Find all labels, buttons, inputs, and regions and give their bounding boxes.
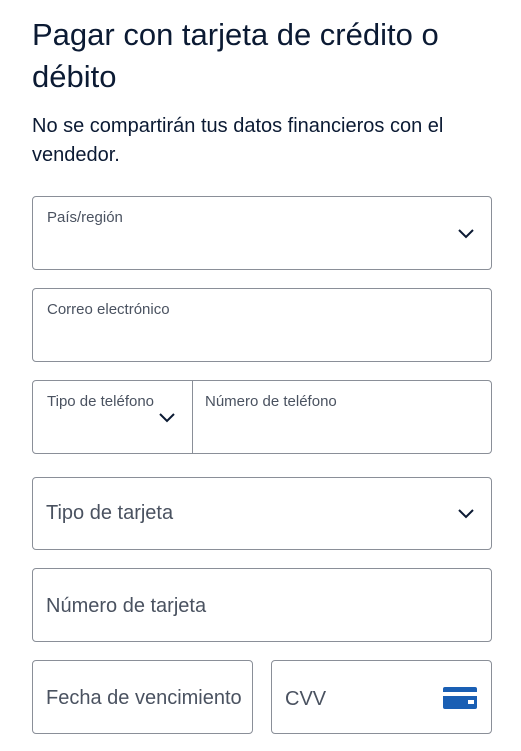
chevron-down-icon <box>457 508 475 520</box>
cvv-placeholder: CVV <box>285 688 327 710</box>
country-select[interactable]: País/región <box>32 196 492 270</box>
page-title: Pagar con tarjeta de crédito o débito <box>32 17 439 94</box>
cvv-field[interactable]: CVV <box>271 660 492 734</box>
card-number-field[interactable]: Número de tarjeta <box>32 568 492 642</box>
card-number-placeholder: Número de tarjeta <box>46 595 207 617</box>
phone-type-label: Tipo de teléfono <box>47 393 155 410</box>
phone-number-field[interactable]: Número de teléfono <box>193 380 492 454</box>
email-label: Correo electrónico <box>47 301 170 318</box>
chevron-down-icon <box>457 228 475 240</box>
email-field[interactable]: Correo electrónico <box>32 288 492 362</box>
page-subtitle: No se compartirán tus datos financieros … <box>32 115 444 166</box>
card-type-placeholder: Tipo de tarjeta <box>46 502 174 524</box>
credit-card-icon <box>443 687 477 709</box>
country-label: País/región <box>47 209 123 226</box>
phone-type-select[interactable]: Tipo de teléfono <box>32 380 193 454</box>
chevron-down-icon <box>158 412 176 424</box>
expiry-date-field[interactable]: Fecha de vencimiento <box>32 660 253 734</box>
phone-number-label: Número de teléfono <box>205 393 337 410</box>
expiry-placeholder: Fecha de vencimiento <box>46 687 242 709</box>
card-type-select[interactable]: Tipo de tarjeta <box>32 477 492 550</box>
payment-form-page: Pagar con tarjeta de crédito o débito No… <box>0 0 521 751</box>
